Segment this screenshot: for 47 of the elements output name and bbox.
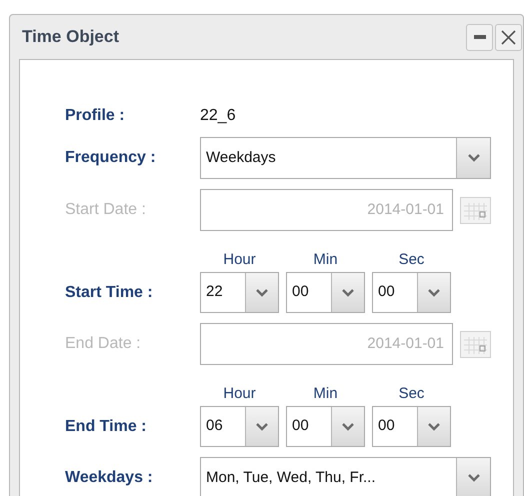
date-field: 2014-01-01 <box>200 323 453 365</box>
column-label: Min <box>313 384 338 404</box>
field-label: Profile : <box>65 106 126 126</box>
dropdown-field[interactable]: 00 <box>372 406 451 447</box>
dropdown-button[interactable] <box>417 273 450 312</box>
close-button[interactable] <box>495 24 522 50</box>
minimize-button[interactable] <box>466 24 493 50</box>
caret-icon <box>256 288 268 296</box>
field-label: Weekdays : <box>65 468 154 488</box>
caret-icon <box>256 422 268 430</box>
caret-icon <box>342 422 354 430</box>
dropdown-button[interactable] <box>331 407 364 446</box>
dropdown-button[interactable] <box>331 273 364 312</box>
close-icon <box>501 30 516 44</box>
dropdown-button[interactable] <box>456 138 490 178</box>
dropdown-button[interactable] <box>456 458 490 496</box>
dropdown-button[interactable] <box>245 407 278 446</box>
dropdown-field[interactable]: Mon, Tue, Wed, Thu, Fr... <box>200 457 491 496</box>
calendar-icon[interactable] <box>460 196 491 224</box>
profile-value: 22_6 <box>200 106 236 126</box>
dropdown-button[interactable] <box>245 273 278 312</box>
minimize-icon <box>474 35 486 39</box>
caret-icon <box>342 288 354 296</box>
dropdown-field[interactable]: 00 <box>286 406 365 447</box>
field-label: Frequency : <box>65 148 157 168</box>
dropdown-field[interactable]: 22 <box>200 272 279 313</box>
dropdown-button[interactable] <box>417 407 450 446</box>
caret-icon <box>468 154 480 162</box>
field-label: End Time : <box>65 417 148 437</box>
field-label: Start Time : <box>65 283 154 303</box>
column-label: Hour <box>223 384 256 404</box>
dropdown-field[interactable]: 00 <box>372 272 451 313</box>
caret-icon <box>428 288 440 296</box>
dropdown-field[interactable]: 00 <box>286 272 365 313</box>
column-label: Sec <box>398 384 424 404</box>
date-field: 2014-01-01 <box>200 189 453 231</box>
dropdown-field[interactable]: 06 <box>200 406 279 447</box>
column-label: Hour <box>223 250 256 270</box>
caret-icon <box>428 422 440 430</box>
field-label: End Date : <box>65 334 142 354</box>
caret-icon <box>468 474 480 482</box>
window-title: Time Object <box>21 26 120 48</box>
dropdown-field[interactable]: Weekdays <box>200 137 491 179</box>
calendar-icon[interactable] <box>460 330 491 358</box>
column-label: Min <box>313 250 338 270</box>
column-label: Sec <box>398 250 424 270</box>
field-label: Start Date : <box>65 200 147 220</box>
